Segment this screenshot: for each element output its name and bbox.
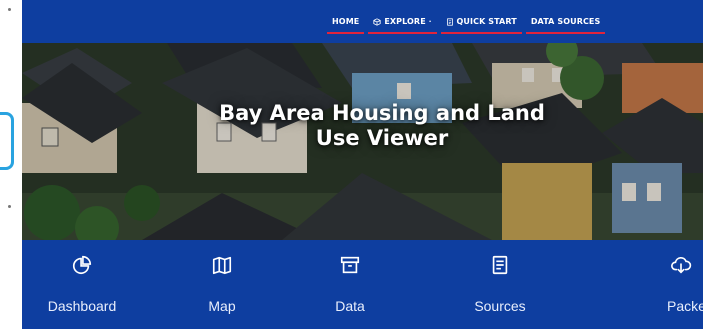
nav-home[interactable]: HOME xyxy=(327,17,365,34)
document-list-icon xyxy=(489,254,511,276)
tile-map[interactable]: Map xyxy=(162,240,282,329)
background-panel-edge xyxy=(0,112,14,170)
tile-packet[interactable]: Packet xyxy=(625,240,703,329)
tile-sources[interactable]: Sources xyxy=(440,240,560,329)
app-window: HOME EXPLORE · QUICK START DATA SOURCES xyxy=(22,0,703,329)
cube-icon xyxy=(373,17,381,26)
tile-map-label: Map xyxy=(208,298,236,314)
tile-data[interactable]: Data xyxy=(290,240,410,329)
background-dot xyxy=(8,205,11,208)
chevron-down-icon: · xyxy=(428,17,432,26)
background-dot xyxy=(8,8,11,11)
feature-tiles: Dashboard Map Data Sources Packe xyxy=(22,240,703,329)
nav-quick-start[interactable]: QUICK START xyxy=(440,17,522,34)
nav-quick-start-label: QUICK START xyxy=(456,17,517,26)
tile-packet-label: Packet xyxy=(667,298,703,314)
tile-dashboard-label: Dashboard xyxy=(47,298,117,314)
top-navigation: HOME EXPLORE · QUICK START DATA SOURCES xyxy=(22,0,703,43)
tile-data-label: Data xyxy=(335,298,365,314)
tile-dashboard[interactable]: Dashboard xyxy=(22,240,142,329)
tile-sources-label: Sources xyxy=(474,298,526,314)
pie-chart-icon xyxy=(71,254,93,276)
nav-data-sources[interactable]: DATA SOURCES xyxy=(525,17,606,34)
background-page-edge xyxy=(0,0,22,329)
page-title-line1: Bay Area Housing and Land xyxy=(219,101,545,125)
map-icon xyxy=(211,254,233,276)
document-icon xyxy=(446,17,453,26)
archive-box-icon xyxy=(339,254,361,276)
page-title-line2: Use Viewer xyxy=(315,126,449,150)
cloud-download-icon xyxy=(670,254,692,276)
nav-explore[interactable]: EXPLORE · xyxy=(368,17,437,34)
page-title: Bay Area Housing and Land Use Viewer xyxy=(172,101,592,151)
nav-home-label: HOME xyxy=(332,17,360,26)
nav-data-sources-label: DATA SOURCES xyxy=(530,17,601,26)
nav-explore-label: EXPLORE xyxy=(384,17,426,26)
hero-banner: Bay Area Housing and Land Use Viewer xyxy=(22,43,703,240)
